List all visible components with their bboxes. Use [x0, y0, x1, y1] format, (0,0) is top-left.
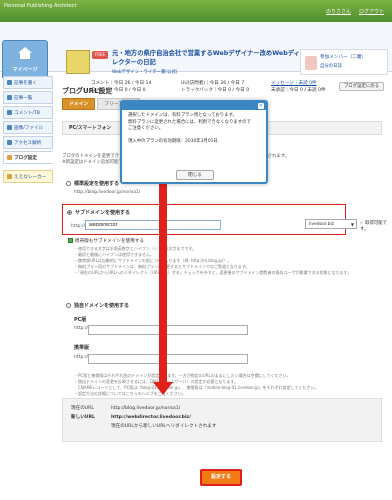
note-line: ・「現在のURLからURLへのリダイレクト（URL転送）する」チェックを外すと、…: [74, 270, 352, 275]
sidebar-item-label: コメント/TB: [14, 110, 40, 116]
account-box[interactable]: 参加メンバー（二層） 自分の日誌: [300, 49, 388, 75]
availability-text: 取得可能です。: [360, 221, 388, 232]
domain-select-value: livedoor.biz: [309, 222, 335, 227]
account-top-text[interactable]: 参加メンバー（二層）: [320, 54, 366, 60]
blog-thumbnail[interactable]: [66, 50, 90, 74]
top-links: のりささん ログアウト: [326, 8, 384, 15]
current-url-label: 現在のURL: [71, 406, 94, 411]
blog-header: マイページ FREE 元・地方の県庁自治会社で営業するWebデザイナー改めWeb…: [0, 22, 392, 93]
check-icon: ✓: [360, 221, 364, 226]
option-subdomain[interactable]: サブドメインを使用する: [67, 209, 130, 216]
domain-select[interactable]: livedoor.biz ▼: [305, 219, 357, 229]
dialog-body: 選択したドメインは、有料プラン用となっております。 無料プランに変更された場合に…: [128, 113, 264, 145]
page-title: ブログURL設定: [62, 87, 113, 95]
pc-domain-prefix: http://: [74, 326, 89, 331]
sidebar-item-label: 画像/ファイル: [14, 125, 44, 131]
back-to-settings-button[interactable]: ブログ設定に戻る: [338, 82, 384, 91]
standard-url: http://blog.livedoor.jp/norisa1/: [74, 190, 141, 195]
subdomain-notes: ・使用できる文字は半角英数字とハイフン（-）で16文字までです。 ・最初と最後に…: [74, 246, 374, 276]
option-custom-domain[interactable]: 独自ドメインを使用する: [66, 302, 129, 309]
pc-domain-input[interactable]: [88, 325, 248, 335]
wrench-icon: [7, 155, 12, 160]
chevron-down-icon: ▼: [350, 222, 354, 227]
sidebar-item-label: ええなレーカー: [14, 174, 47, 180]
current-url-value: http://blog.livedoor.jp/norisa1/: [111, 406, 181, 411]
save-button[interactable]: 設定する: [200, 469, 242, 486]
dialog-close-button[interactable]: 閉じる: [176, 170, 214, 180]
house-icon: [18, 47, 32, 59]
top-bar: Personal Publishing Architect のりささん ログアウ…: [0, 0, 392, 22]
sidebar-item-label: 記事一覧: [14, 95, 33, 101]
pencil-icon: [7, 80, 12, 85]
mobile-subdomain-checkbox-row[interactable]: 携帯版もサブドメインを使用する: [68, 238, 144, 244]
annotation-arrow-shaft: [159, 158, 167, 386]
sidebar-item-articles[interactable]: 記事一覧: [3, 91, 53, 104]
option-standard-label: 標準設定を使用する: [74, 181, 120, 187]
mobile-version-heading: 携帯版: [74, 345, 90, 351]
sidebar: 記事を書く 記事一覧 コメント/TB 画像/ファイル アクセス解析 ブログ設定 …: [3, 76, 53, 185]
logout-link[interactable]: ログアウト: [359, 8, 384, 15]
sidebar-item-analytics[interactable]: アクセス解析: [3, 136, 53, 149]
sidebar-item-comments[interactable]: コメント/TB: [3, 106, 53, 119]
subdomain-input[interactable]: [85, 220, 221, 230]
sidebar-item-label: 記事を書く: [14, 80, 37, 86]
star-icon: [7, 174, 12, 179]
redirect-text: 現在のURLから新しいURLへリダイレクトされます: [111, 424, 217, 429]
mobile-domain-input[interactable]: [88, 354, 248, 364]
close-icon[interactable]: ×: [258, 103, 264, 109]
mypage-tab[interactable]: マイページ: [2, 40, 48, 78]
list-icon: [7, 95, 12, 100]
option-custom-domain-label: 独自ドメインを使用する: [74, 303, 130, 309]
mypage-label: マイページ: [12, 67, 38, 73]
brand-text: Personal Publishing Architect: [4, 3, 77, 9]
new-url-label: 新しいURL: [71, 415, 95, 420]
dialog-title-bar: [122, 102, 266, 110]
sidebar-item-images[interactable]: 画像/ファイル: [3, 121, 53, 134]
radio-subdomain[interactable]: [67, 210, 72, 215]
note-line: ・設定方法の詳細についてはこちらのヘルプをご覧ください。: [74, 391, 186, 396]
url-summary: 現在のURL http://blog.livedoor.jp/norisa1/ 新…: [62, 398, 382, 442]
radio-standard[interactable]: [66, 181, 71, 186]
subdomain-option-box: サブドメインを使用する http://: [62, 204, 346, 235]
sidebar-item-label: ブログ設定: [14, 155, 37, 161]
mobile-subdomain-label: 携帯版もサブドメインを使用する: [75, 239, 144, 244]
sidebar-item-blog-settings[interactable]: ブログ設定: [3, 151, 53, 164]
mobile-domain-prefix: http://: [74, 355, 89, 360]
annotation-arrow-head: [153, 382, 173, 395]
new-url-value: http://webdirector.livedoor.biz/: [111, 415, 191, 420]
radio-custom-domain[interactable]: [66, 303, 71, 308]
comment-icon: [7, 110, 12, 115]
mobile-subdomain-checkbox[interactable]: [68, 238, 73, 243]
sidebar-item-write[interactable]: 記事を書く: [3, 76, 53, 89]
sidebar-item-label: アクセス解析: [14, 140, 42, 146]
dialog-expiry: 現入中のプランの有効期限：2030年3月01日: [128, 138, 218, 144]
paid-plan-dialog: × 選択したドメインは、有料プラン用となっております。 無料プランに変更された場…: [120, 100, 268, 184]
option-standard[interactable]: 標準設定を使用する: [66, 180, 119, 187]
sidebar-item-maker[interactable]: ええなレーカー: [3, 170, 53, 183]
blog-title-link[interactable]: 元・地方の県庁自治会社で営業するWebデザイナー改めWebディレクターの日記: [112, 49, 300, 67]
account-bottom-text[interactable]: 自分の日誌: [320, 63, 342, 69]
option-subdomain-label: サブドメインを使用する: [75, 210, 131, 216]
pc-section-label: PC/スマートフォン: [69, 126, 112, 131]
image-icon: [7, 125, 12, 130]
subdomain-prefix: http://: [71, 224, 86, 229]
free-badge: FREE: [92, 51, 108, 59]
availability-status: ✓ 取得可能です。: [360, 220, 388, 232]
user-link[interactable]: のりささん: [326, 8, 351, 15]
avatar: [305, 56, 317, 70]
tab-domain[interactable]: ドメイン: [62, 98, 96, 110]
pc-version-heading: PC版: [74, 317, 87, 323]
custom-domain-notes: ・PC版と携帯版はそれぞれ別のドメインが設定出来ます。一方が指定のURLのままに…: [74, 373, 374, 397]
blog-subtitle[interactable]: Webデザイン・ライター賞(公式): [112, 69, 178, 75]
chart-icon: [7, 140, 12, 145]
